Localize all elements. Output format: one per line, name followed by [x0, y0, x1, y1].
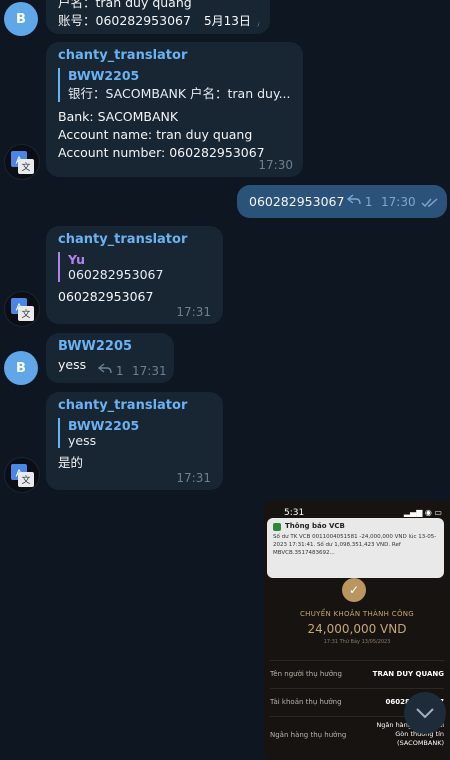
reply-arrow-icon: [97, 363, 112, 374]
translator-avatar[interactable]: A 文: [4, 144, 40, 180]
message-time: 17:30: [381, 195, 416, 209]
reply-quote-name: BWW2205: [68, 68, 140, 83]
reply-quote-text: yess: [68, 433, 97, 448]
sender-name[interactable]: chanty_translator: [58, 48, 291, 63]
reply-indicator[interactable]: 1: [97, 363, 124, 378]
svg-text:文: 文: [21, 161, 30, 173]
notification-title: Thông báo VCB: [285, 522, 345, 530]
avatar[interactable]: B: [4, 2, 38, 36]
double-check-icon: [421, 198, 438, 208]
translate-icon: A 文: [11, 151, 34, 174]
reply-quote-text: 银行：SACOMBANK 户名：tran duy...: [68, 86, 291, 101]
transfer-date: 17:31 Thứ Bảy 13/05/2023: [323, 639, 391, 645]
translator-avatar[interactable]: A 文: [4, 291, 40, 327]
message-time: 17:31: [176, 471, 211, 485]
message-line: Account number: 060282953067: [58, 145, 265, 160]
translator-message-bubble[interactable]: chanty_translator BWW2205 银行：SACOMBANK 户…: [46, 42, 303, 177]
phone-status-icons: ▂▄▆ ◉ ▭: [403, 508, 442, 517]
sender-name[interactable]: BWW2205: [58, 339, 162, 354]
translator-message-bubble[interactable]: chanty_translator BWW2205 yess 是的 17:31: [46, 392, 223, 490]
bank-notification: Thông báo VCB Số dư TK VCB 0011004051581…: [267, 518, 444, 578]
transfer-amount: 24,000,000 VND: [307, 622, 407, 636]
reply-arrow-icon: [346, 194, 361, 205]
svg-text:文: 文: [21, 474, 30, 486]
sender-name[interactable]: chanty_translator: [58, 398, 211, 413]
reply-indicator[interactable]: 1: [346, 194, 373, 209]
message-text: 060282953067: [58, 289, 154, 304]
translate-icon: A 文: [11, 298, 34, 321]
bank-app-icon: [273, 523, 281, 531]
translator-avatar[interactable]: A 文: [4, 457, 40, 493]
avatar[interactable]: B: [4, 351, 38, 385]
message-time: 17:31: [132, 364, 167, 378]
transfer-success-label: CHUYỂN KHOẢN THÀNH CÔNG: [299, 610, 415, 618]
detail-row: Tên người thụ hưởng TRAN DUY QUANG: [270, 660, 444, 689]
reply-quote-text: 060282953067: [68, 267, 164, 282]
success-check-icon: ✓: [342, 578, 366, 602]
detail-label: Ngân hàng thụ hưởng: [270, 731, 347, 739]
translate-icon: A 文: [11, 464, 34, 487]
sender-name[interactable]: chanty_translator: [58, 232, 211, 247]
user-message-bubble[interactable]: BWW2205 yess 1 17:31: [46, 333, 174, 383]
detail-value: TRAN DUY QUANG: [372, 670, 444, 678]
reply-quote[interactable]: Yu 060282953067: [58, 252, 211, 282]
detail-label: Tên người thụ hưởng: [270, 670, 342, 678]
notification-body: Số dư TK VCB 0011004051581 -24,000,000 V…: [273, 534, 437, 556]
scroll-down-button[interactable]: [404, 692, 446, 734]
phone-clock: 5:31: [284, 508, 305, 518]
reply-quote-name: Yu: [68, 252, 86, 267]
outgoing-message-bubble[interactable]: 060282953067 1 17:30: [237, 185, 447, 218]
reply-quote-name: BWW2205: [68, 418, 140, 433]
chevron-down-icon: [416, 708, 434, 719]
message-text: 是的: [58, 455, 84, 470]
reply-quote[interactable]: BWW2205 yess: [58, 418, 211, 448]
message-time: 17:31: [176, 305, 211, 319]
message-line: Account name: tran duy quang: [58, 127, 253, 142]
date-chip: 5月13日: [196, 10, 259, 31]
svg-text:文: 文: [21, 308, 30, 320]
reply-count: 1: [115, 364, 124, 378]
detail-label: Tài khoản thụ hưởng: [270, 698, 342, 706]
translator-message-bubble[interactable]: chanty_translator Yu 060282953067 060282…: [46, 226, 223, 324]
message-line: Bank: SACOMBANK: [58, 109, 179, 124]
reply-count: 1: [364, 195, 373, 209]
reply-quote[interactable]: BWW2205 银行：SACOMBANK 户名：tran duy...: [58, 68, 291, 102]
message-time: 17:30: [258, 158, 293, 172]
